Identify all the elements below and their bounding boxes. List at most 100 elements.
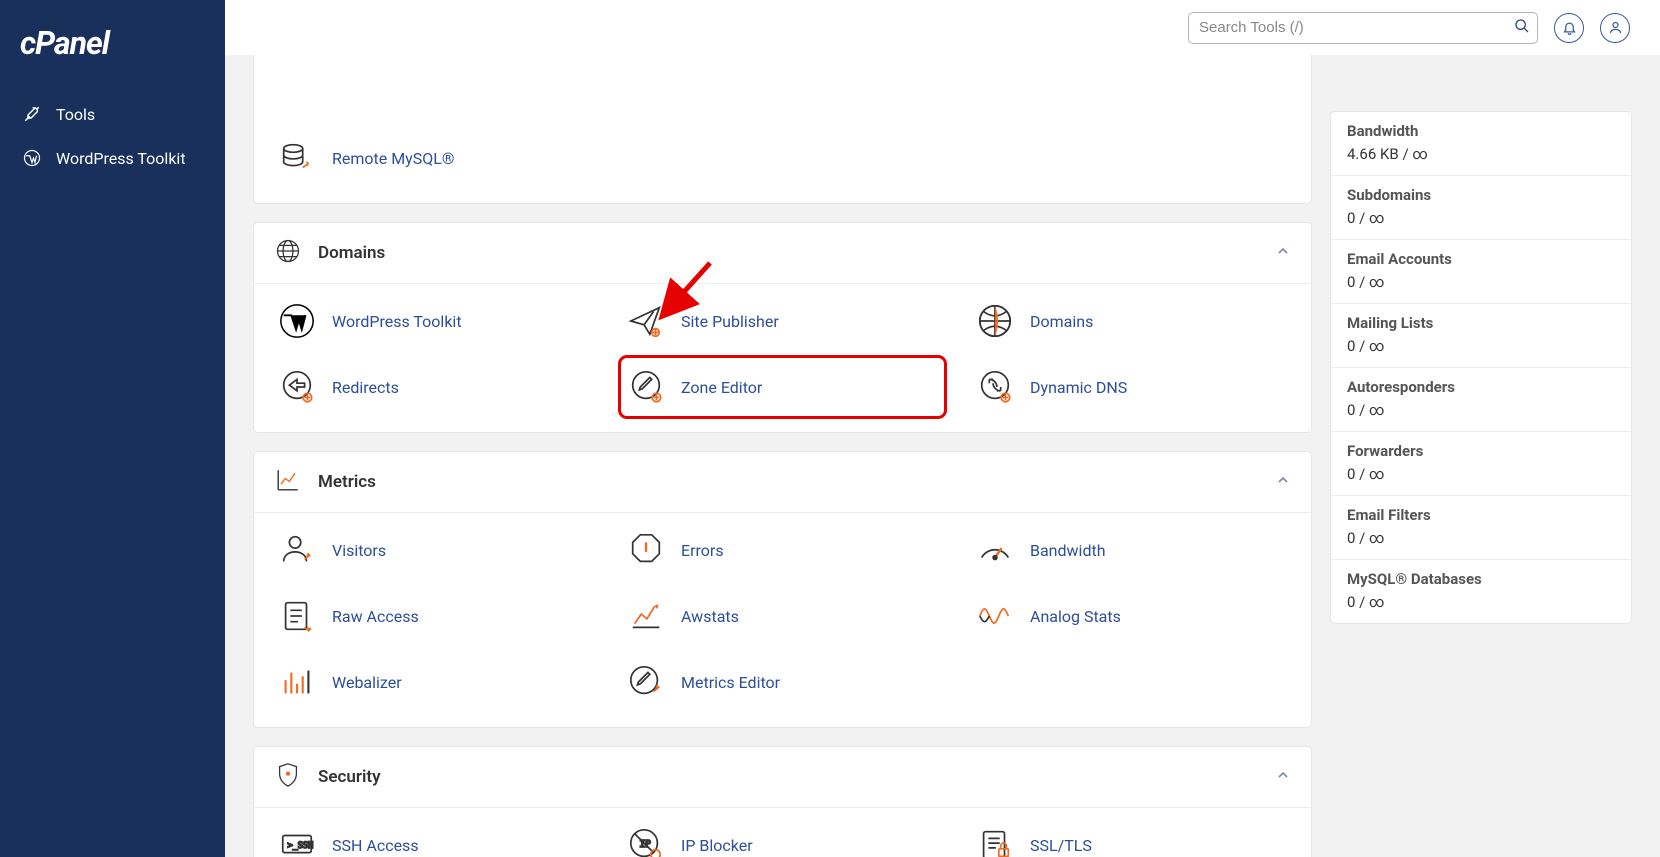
sidebar-item-label: Tools: [56, 105, 95, 124]
brand-logo: cPanel: [0, 14, 225, 92]
database-remote-icon: [278, 139, 316, 177]
stat-label: Forwarders: [1347, 442, 1615, 460]
globe-domain-icon: [976, 302, 1014, 340]
stat-row[interactable]: Forwarders 0 / ∞: [1331, 432, 1631, 496]
shield-icon: [274, 761, 302, 793]
main-area: . . . Remote MySQL®: [225, 0, 1660, 857]
chevron-up-icon[interactable]: [1275, 472, 1291, 492]
tool-item-webalizer[interactable]: Webalizer: [274, 655, 593, 709]
webalizer-icon: [278, 663, 316, 701]
gauge-icon: [976, 531, 1014, 569]
panel-header-metrics[interactable]: Metrics: [254, 452, 1311, 513]
tool-label: Errors: [681, 541, 724, 560]
tool-label: Visitors: [332, 541, 386, 560]
stat-row[interactable]: MySQL® Databases 0 / ∞: [1331, 560, 1631, 623]
tool-item-dynamic-dns[interactable]: Dynamic DNS: [972, 360, 1291, 414]
visitors-icon: [278, 531, 316, 569]
analog-stats-icon: [976, 597, 1014, 635]
stat-row[interactable]: Bandwidth 4.66 KB / ∞: [1331, 112, 1631, 176]
tool-label: Raw Access: [332, 607, 419, 626]
stat-label: MySQL® Databases: [1347, 570, 1615, 588]
panel-title: Metrics: [318, 472, 376, 492]
stat-label: Email Accounts: [1347, 250, 1615, 268]
chart-icon: [274, 466, 302, 498]
wordpress-icon: [22, 148, 42, 168]
stat-row[interactable]: Autoresponders0 / ∞: [1331, 368, 1631, 432]
content-scroll[interactable]: . . . Remote MySQL®: [225, 55, 1660, 857]
stat-row[interactable]: Mailing Lists0 / ∞: [1331, 304, 1631, 368]
ssl-icon: [976, 826, 1014, 857]
tool-item-ip-blocker[interactable]: IP IP Blocker: [623, 818, 942, 857]
stat-value: 0 / ∞: [1347, 465, 1615, 483]
stat-value: 0 / ∞: [1347, 209, 1615, 227]
tool-item-ssl-tls[interactable]: SSL/TLS: [972, 818, 1291, 857]
sidebar-item-wordpress-toolkit[interactable]: WordPress Toolkit: [0, 136, 225, 180]
tool-label: Awstats: [681, 607, 739, 626]
stat-label: Autoresponders: [1347, 378, 1615, 396]
stat-row[interactable]: Subdomains 0 / ∞: [1331, 176, 1631, 240]
panel-header-domains[interactable]: Domains: [254, 223, 1311, 284]
tool-item-metrics-editor[interactable]: Metrics Editor: [623, 655, 942, 709]
tools-icon: [22, 104, 42, 124]
chevron-up-icon[interactable]: [1275, 767, 1291, 787]
stat-value: 0 / ∞: [1347, 593, 1615, 611]
panel-header-security[interactable]: Security: [254, 747, 1311, 808]
metrics-panel: Metrics Visitors: [253, 451, 1312, 728]
notifications-button[interactable]: [1554, 13, 1584, 43]
tool-label: Bandwidth: [1030, 541, 1106, 560]
tool-item-raw-access[interactable]: Raw Access: [274, 589, 593, 643]
tool-label: Dynamic DNS: [1030, 378, 1127, 397]
panel-title: Security: [318, 767, 381, 787]
paper-plane-icon: [627, 302, 665, 340]
domains-panel: Domains: [253, 222, 1312, 433]
tool-item-site-publisher[interactable]: Site Publisher: [623, 294, 942, 348]
awstats-icon: [627, 597, 665, 635]
bell-icon: [1562, 20, 1577, 35]
security-panel: Security >_SSH SSH Access: [253, 746, 1312, 857]
ip-blocker-icon: IP: [627, 826, 665, 857]
redirect-icon: [278, 368, 316, 406]
tool-label: WordPress Toolkit: [332, 312, 462, 331]
tool-item-domains[interactable]: Domains: [972, 294, 1291, 348]
tool-item-awstats[interactable]: Awstats: [623, 589, 942, 643]
tool-label: SSL/TLS: [1030, 836, 1092, 855]
wordpress-icon: [278, 302, 316, 340]
sidebar-item-tools[interactable]: Tools: [0, 92, 225, 136]
tool-item-analog-stats[interactable]: Analog Stats: [972, 589, 1291, 643]
topbar: [225, 0, 1660, 55]
metrics-editor-icon: [627, 663, 665, 701]
search-icon[interactable]: [1514, 18, 1530, 38]
stat-label: Bandwidth: [1347, 122, 1615, 140]
tool-label: Metrics Editor: [681, 673, 780, 692]
tool-label: Zone Editor: [681, 378, 762, 397]
tool-label: Remote MySQL®: [332, 149, 454, 168]
stat-label: Email Filters: [1347, 506, 1615, 524]
tool-item-redirects[interactable]: Redirects: [274, 360, 593, 414]
chevron-up-icon[interactable]: [1275, 243, 1291, 263]
stats-panel: Bandwidth 4.66 KB / ∞ Subdomains 0 / ∞ Ema…: [1330, 111, 1632, 624]
user-menu-button[interactable]: [1600, 13, 1630, 43]
tool-item-wordpress-toolkit[interactable]: WordPress Toolkit: [274, 294, 593, 348]
databases-panel-truncated: . . . Remote MySQL®: [253, 55, 1312, 204]
stat-row[interactable]: Email Filters 0 / ∞: [1331, 496, 1631, 560]
tool-item-errors[interactable]: Errors: [623, 523, 942, 577]
search-wrap: [1188, 12, 1538, 44]
stat-row[interactable]: Email Accounts 0 / ∞: [1331, 240, 1631, 304]
tool-item-remote-mysql[interactable]: Remote MySQL®: [274, 131, 593, 185]
tool-item-visitors[interactable]: Visitors: [274, 523, 593, 577]
user-icon: [1608, 20, 1623, 35]
tool-item-ssh-access[interactable]: >_SSH SSH Access: [274, 818, 593, 857]
raw-access-icon: [278, 597, 316, 635]
stat-value: 0 / ∞: [1347, 529, 1615, 547]
stat-value: 4.66 KB / ∞: [1347, 145, 1615, 163]
search-input[interactable]: [1188, 12, 1538, 44]
tool-label: Analog Stats: [1030, 607, 1121, 626]
tool-label: SSH Access: [332, 836, 419, 855]
panel-title: Domains: [318, 243, 385, 263]
tool-label: Domains: [1030, 312, 1093, 331]
stat-value: 0 / ∞: [1347, 273, 1615, 291]
tool-item-bandwidth[interactable]: Bandwidth: [972, 523, 1291, 577]
tool-item-zone-editor[interactable]: Zone Editor: [623, 360, 942, 414]
stat-label: Subdomains: [1347, 186, 1615, 204]
dynamic-dns-icon: [976, 368, 1014, 406]
